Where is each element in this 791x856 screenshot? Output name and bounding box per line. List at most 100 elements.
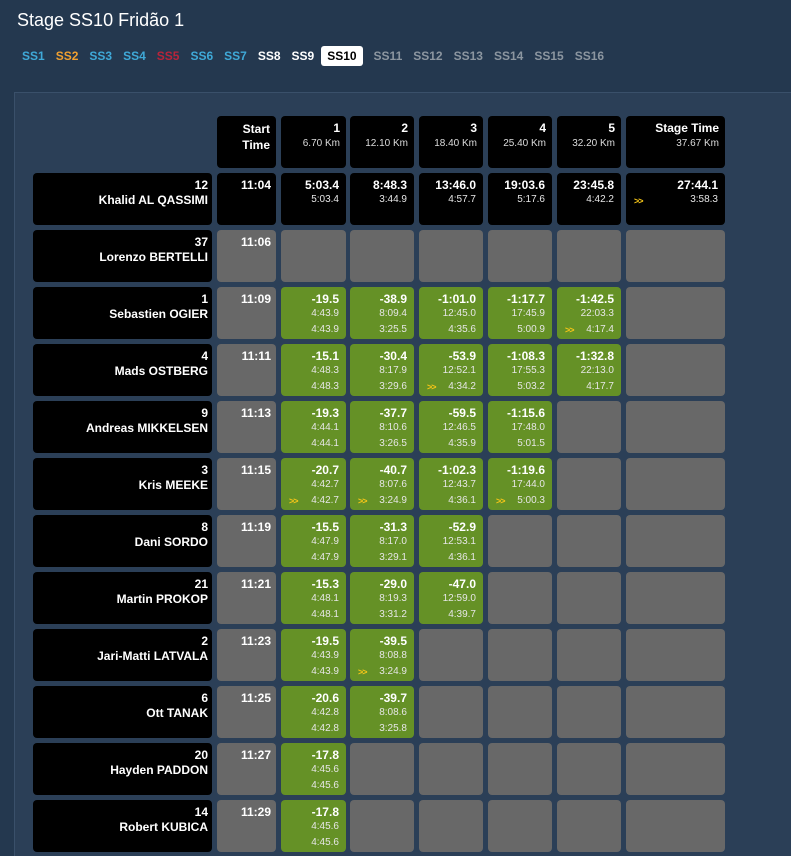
empty-split-cell — [350, 800, 414, 852]
tab-ss4[interactable]: SS4 — [123, 46, 146, 66]
driver-cell[interactable]: 9 Andreas MIKKELSEN — [33, 401, 212, 453]
tab-ss16[interactable]: SS16 — [575, 46, 604, 66]
start-time-cell: 11:15 — [217, 458, 276, 510]
driver-number: 6 — [201, 691, 208, 705]
tab-ss8[interactable]: SS8 — [258, 46, 281, 66]
time-difference: -1:17.7 — [506, 292, 545, 306]
time-difference: -47.0 — [448, 577, 476, 591]
segment-time: 4:45.6 — [311, 780, 339, 791]
split-time-cell: 8:48.3 3:44.9 — [350, 173, 414, 225]
tab-ss2[interactable]: SS2 — [56, 46, 79, 66]
start-time: 11:29 — [240, 805, 271, 819]
tab-ss9[interactable]: SS9 — [292, 46, 315, 66]
tab-ss6[interactable]: SS6 — [190, 46, 213, 66]
split-diff-cell: -52.9 12:53.1 4:36.1 — [419, 515, 483, 567]
segment-time: 4:48.3 — [311, 381, 339, 392]
tab-ss15[interactable]: SS15 — [534, 46, 563, 66]
driver-cell[interactable]: 8 Dani SORDO — [33, 515, 212, 567]
driver-name: Martin PROKOP — [116, 592, 208, 606]
tab-ss1[interactable]: SS1 — [22, 46, 45, 66]
segment-time: 3:25.8 — [379, 723, 407, 734]
segment-time: 4:43.9 — [311, 666, 339, 677]
time-difference: -30.4 — [379, 349, 407, 363]
driver-cell[interactable]: 12 Khalid AL QASSIMI — [33, 173, 212, 225]
tab-ss5[interactable]: SS5 — [157, 46, 180, 66]
tab-ss13[interactable]: SS13 — [454, 46, 483, 66]
time-difference: -40.7 — [379, 463, 407, 477]
tab-ss11[interactable]: SS11 — [374, 46, 403, 66]
best-time-icon: >> — [565, 325, 574, 335]
tab-ss3[interactable]: SS3 — [89, 46, 112, 66]
split-header-1: 1 6.70 Km — [281, 116, 346, 168]
segment-time: 3:31.2 — [379, 609, 407, 620]
driver-cell[interactable]: 37 Lorenzo BERTELLI — [33, 230, 212, 282]
split-time-cell: 19:03.6 5:17.6 — [488, 173, 552, 225]
split-diff-cell: -30.4 8:17.9 3:29.6 — [350, 344, 414, 396]
best-time-icon: >> — [496, 496, 505, 506]
driver-name: Kris MEEKE — [138, 478, 208, 492]
cumulative-time: 12:52.1 — [442, 365, 476, 376]
segment-time: 5:03.4 — [311, 194, 339, 205]
stage-segment-time: 3:58.3 — [690, 194, 718, 205]
split-distance: 6.70 Km — [302, 138, 340, 149]
segment-time: 5:17.6 — [517, 194, 545, 205]
cumulative-time: 8:08.8 — [379, 650, 407, 661]
tab-ss10[interactable]: SS10 — [321, 46, 363, 66]
tab-ss7[interactable]: SS7 — [224, 46, 247, 66]
driver-cell[interactable]: 21 Martin PROKOP — [33, 572, 212, 624]
split-header-5: 5 32.20 Km — [557, 116, 621, 168]
split-header-3: 3 18.40 Km — [419, 116, 483, 168]
best-time-icon: >> — [289, 496, 298, 506]
driver-number: 37 — [194, 235, 208, 249]
driver-cell[interactable]: 3 Kris MEEKE — [33, 458, 212, 510]
cumulative-time: 19:03.6 — [504, 178, 545, 192]
stage-tabs: SS1 SS2 SS3 SS4 SS5 SS6 SS7 SS8 SS9 SS10 SS11 SS12 S… — [22, 44, 615, 68]
segment-time: 3:44.9 — [379, 194, 407, 205]
driver-cell[interactable]: 4 Mads OSTBERG — [33, 344, 212, 396]
split-header-2: 2 12.10 Km — [350, 116, 414, 168]
cumulative-time: 4:43.9 — [311, 308, 339, 319]
driver-number: 1 — [201, 292, 208, 306]
driver-name: Sebastien OGIER — [109, 307, 208, 321]
split-time-cell: 5:03.4 5:03.4 — [281, 173, 346, 225]
split-diff-cell: -31.3 8:17.0 3:29.1 — [350, 515, 414, 567]
driver-number: 2 — [201, 634, 208, 648]
split-diff-cell: -20.7 4:42.7 4:42.7 >> — [281, 458, 346, 510]
empty-split-cell — [419, 800, 483, 852]
cumulative-time: 12:59.0 — [442, 593, 476, 604]
start-time: 11:11 — [241, 349, 271, 363]
start-time: 11:27 — [240, 748, 271, 762]
empty-split-cell — [557, 686, 621, 738]
driver-number: 4 — [201, 349, 208, 363]
empty-stage-time-cell — [626, 401, 725, 453]
driver-number: 12 — [194, 178, 208, 192]
time-difference: -17.8 — [311, 748, 339, 762]
start-time-cell: 11:06 — [217, 230, 276, 282]
cumulative-time: 17:48.0 — [511, 422, 545, 433]
tab-ss12[interactable]: SS12 — [413, 46, 442, 66]
split-diff-cell: -17.8 4:45.6 4:45.6 — [281, 743, 346, 795]
split-time-cell: 13:46.0 4:57.7 — [419, 173, 483, 225]
split-diff-cell: -1:19.6 17:44.0 5:00.3 >> — [488, 458, 552, 510]
tab-ss14[interactable]: SS14 — [494, 46, 523, 66]
segment-time: 4:34.2 — [448, 381, 476, 392]
empty-split-cell — [557, 515, 621, 567]
driver-cell[interactable]: 20 Hayden PADDON — [33, 743, 212, 795]
split-number: 2 — [401, 121, 408, 135]
driver-cell[interactable]: 2 Jari-Matti LATVALA — [33, 629, 212, 681]
driver-cell[interactable]: 14 Robert KUBICA — [33, 800, 212, 852]
empty-split-cell — [488, 572, 552, 624]
start-time: 11:13 — [240, 406, 271, 420]
time-difference: -1:08.3 — [506, 349, 545, 363]
driver-name: Jari-Matti LATVALA — [97, 649, 208, 663]
time-difference: -1:02.3 — [437, 463, 476, 477]
cumulative-time: 4:43.9 — [311, 650, 339, 661]
driver-cell[interactable]: 6 Ott TANAK — [33, 686, 212, 738]
empty-split-cell — [488, 515, 552, 567]
start-time-cell: 11:11 — [217, 344, 276, 396]
empty-split-cell — [488, 800, 552, 852]
empty-split-cell — [488, 743, 552, 795]
split-diff-cell: -19.5 4:43.9 4:43.9 — [281, 287, 346, 339]
segment-time: 4:48.1 — [311, 609, 339, 620]
driver-cell[interactable]: 1 Sebastien OGIER — [33, 287, 212, 339]
